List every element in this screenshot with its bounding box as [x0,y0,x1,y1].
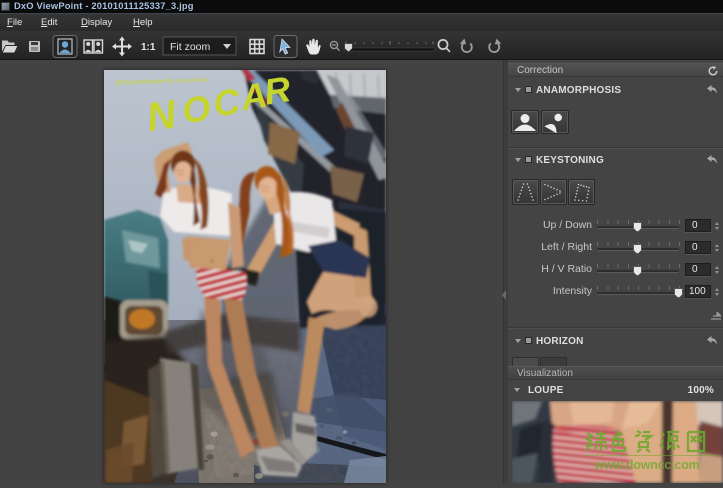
svg-text:1:1: 1:1 [141,42,156,53]
svg-text:Fit zoom: Fit zoom [170,41,211,53]
